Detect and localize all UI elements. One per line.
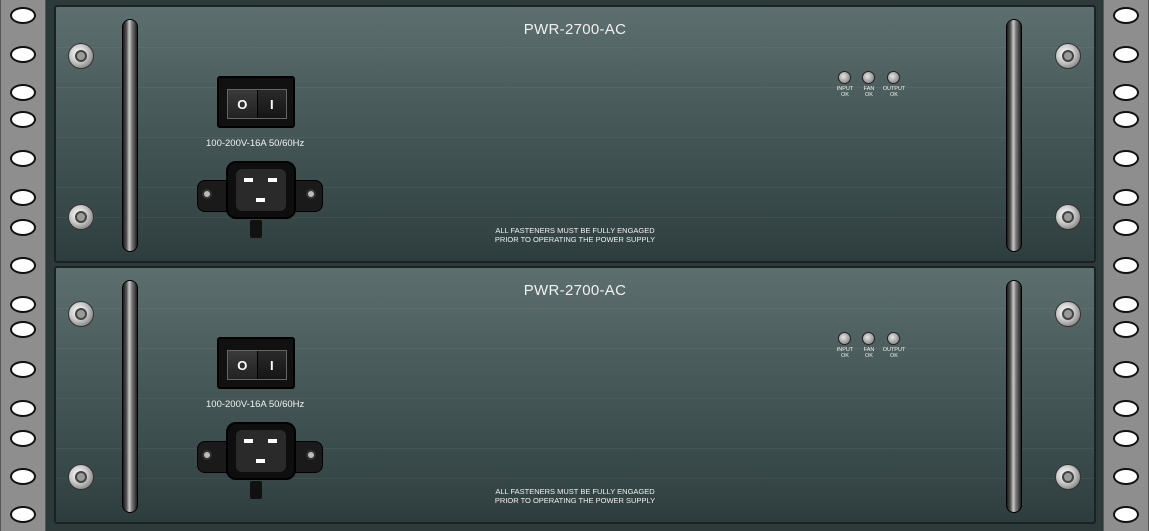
rail-hole bbox=[10, 7, 36, 24]
rail-hole bbox=[10, 257, 36, 274]
rail-hole bbox=[1113, 506, 1139, 523]
screw-icon bbox=[202, 189, 212, 199]
thumbscrew-icon[interactable] bbox=[68, 43, 94, 69]
warning-text: ALL FASTENERS MUST BE FULLY ENGAGED PRIO… bbox=[494, 487, 656, 505]
screw-icon bbox=[306, 450, 316, 460]
rack-rail-right bbox=[1103, 0, 1149, 531]
rail-hole bbox=[10, 430, 36, 447]
rail-hole bbox=[10, 219, 36, 236]
rail-hole bbox=[1113, 430, 1139, 447]
rack-rail-left bbox=[0, 0, 46, 531]
status-led-group: INPUT OK FAN OK OUTPUT OK bbox=[836, 71, 906, 107]
power-inlet[interactable] bbox=[226, 161, 296, 219]
fan-ok-led bbox=[862, 71, 875, 84]
rail-hole bbox=[10, 400, 36, 417]
input-ok-led bbox=[838, 332, 851, 345]
rail-hole bbox=[1113, 321, 1139, 338]
input-ok-led bbox=[838, 71, 851, 84]
rail-hole bbox=[10, 46, 36, 63]
thumbscrew-icon[interactable] bbox=[1055, 301, 1081, 327]
rail-hole bbox=[1113, 361, 1139, 378]
screw-icon bbox=[306, 189, 316, 199]
rail-hole bbox=[1113, 111, 1139, 128]
switch-off-label[interactable]: O bbox=[228, 351, 258, 379]
left-handle[interactable] bbox=[122, 19, 138, 252]
status-led-group: INPUT OK FAN OK OUTPUT OK bbox=[836, 332, 906, 368]
rail-hole bbox=[10, 361, 36, 378]
rail-hole bbox=[10, 506, 36, 523]
rail-hole bbox=[10, 296, 36, 313]
rail-hole bbox=[1113, 84, 1139, 101]
power-supply-unit-2: PWR-2700-AC O I 100-200V-16A 50/60Hz INP… bbox=[54, 266, 1096, 524]
thumbscrew-icon[interactable] bbox=[1055, 43, 1081, 69]
power-rating-label: 100-200V-16A 50/60Hz bbox=[206, 399, 305, 410]
power-rating-label: 100-200V-16A 50/60Hz bbox=[206, 138, 305, 149]
rail-hole bbox=[10, 321, 36, 338]
power-switch[interactable]: O I bbox=[217, 76, 295, 128]
model-label: PWR-2700-AC bbox=[523, 282, 627, 299]
thumbscrew-icon[interactable] bbox=[68, 301, 94, 327]
warning-text: ALL FASTENERS MUST BE FULLY ENGAGED PRIO… bbox=[494, 226, 656, 244]
power-inlet[interactable] bbox=[226, 422, 296, 480]
switch-on-label[interactable]: I bbox=[257, 351, 286, 379]
rail-hole bbox=[10, 468, 36, 485]
switch-off-label[interactable]: O bbox=[228, 90, 258, 118]
screw-icon bbox=[202, 450, 212, 460]
rail-hole bbox=[1113, 150, 1139, 167]
output-ok-led bbox=[887, 332, 900, 345]
switch-on-label[interactable]: I bbox=[257, 90, 286, 118]
rail-hole bbox=[1113, 468, 1139, 485]
led-label: OUTPUT OK bbox=[882, 347, 906, 359]
right-handle[interactable] bbox=[1006, 19, 1022, 252]
rail-hole bbox=[1113, 257, 1139, 274]
right-handle[interactable] bbox=[1006, 280, 1022, 513]
rail-hole bbox=[1113, 219, 1139, 236]
output-ok-led bbox=[887, 71, 900, 84]
rail-hole bbox=[10, 150, 36, 167]
rail-hole bbox=[1113, 7, 1139, 24]
rail-hole bbox=[10, 111, 36, 128]
rail-hole bbox=[1113, 189, 1139, 206]
fan-ok-led bbox=[862, 332, 875, 345]
led-label: OUTPUT OK bbox=[882, 86, 906, 98]
power-switch[interactable]: O I bbox=[217, 337, 295, 389]
rail-hole bbox=[10, 84, 36, 101]
model-label: PWR-2700-AC bbox=[523, 21, 627, 38]
left-handle[interactable] bbox=[122, 280, 138, 513]
rail-hole bbox=[1113, 400, 1139, 417]
rail-hole bbox=[10, 189, 36, 206]
rail-hole bbox=[1113, 46, 1139, 63]
power-supply-unit-1: PWR-2700-AC O I 100-200V-16A 50/60Hz INP… bbox=[54, 5, 1096, 263]
rail-hole bbox=[1113, 296, 1139, 313]
